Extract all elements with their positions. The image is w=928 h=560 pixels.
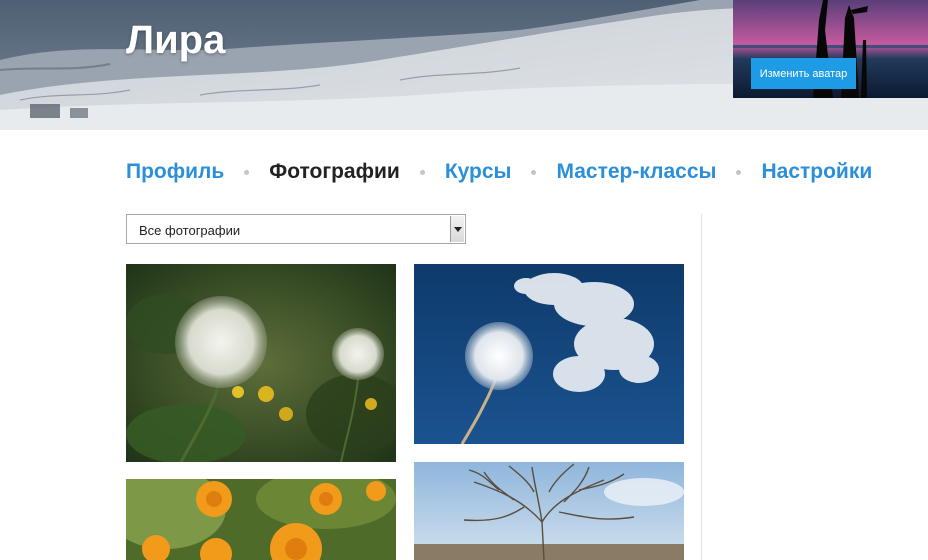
- nav-photos[interactable]: Фотографии: [269, 160, 400, 184]
- nav-separator: [419, 169, 425, 175]
- nav-separator: [736, 169, 742, 175]
- photo-thumbnail[interactable]: [414, 462, 684, 560]
- photo-thumbnail[interactable]: [126, 264, 396, 462]
- marigold-photo: [126, 479, 396, 560]
- nav-master-classes[interactable]: Мастер-классы: [556, 160, 716, 184]
- nav-separator: [244, 169, 250, 175]
- bare-tree-photo: [414, 462, 684, 560]
- photo-thumbnail[interactable]: [126, 479, 396, 560]
- profile-nav: Профиль Фотографии Курсы Мастер-классы Н…: [126, 156, 872, 188]
- dandelion-green-photo: [126, 264, 396, 462]
- profile-name: Лира: [126, 18, 226, 62]
- photo-filter-value: Все фотографии: [139, 223, 241, 238]
- dandelion-sky-photo: [414, 264, 684, 444]
- chevron-down-icon[interactable]: [450, 216, 464, 242]
- photo-filter-select[interactable]: Все фотографии: [126, 214, 466, 244]
- nav-courses[interactable]: Курсы: [445, 160, 512, 184]
- nav-profile[interactable]: Профиль: [126, 160, 224, 184]
- change-avatar-button[interactable]: Изменить аватар: [751, 58, 856, 89]
- nav-separator: [531, 169, 537, 175]
- nav-settings[interactable]: Настройки: [761, 160, 872, 184]
- column-divider: [701, 214, 702, 560]
- photo-thumbnail[interactable]: [414, 264, 684, 444]
